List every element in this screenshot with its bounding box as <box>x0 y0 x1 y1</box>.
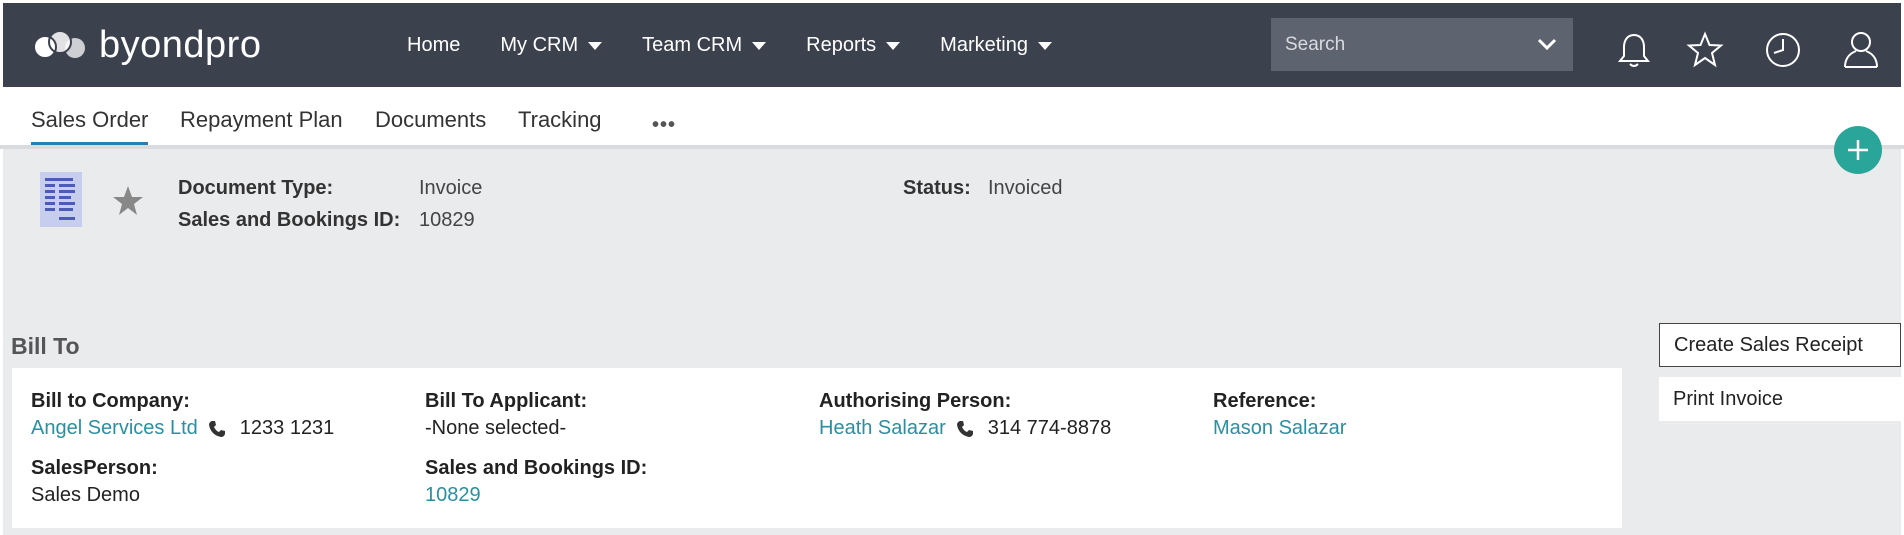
document-icon <box>40 172 82 227</box>
authorising-person-link[interactable]: Heath Salazar <box>819 417 946 440</box>
print-invoice-button[interactable]: Print Invoice <box>1659 377 1901 421</box>
bill-to-company-phone[interactable]: 1233 1231 <box>240 417 335 440</box>
tab-sales-order-label: Sales Order <box>31 107 149 132</box>
tab-repayment-plan[interactable]: Repayment Plan <box>180 107 343 133</box>
caret-down-icon <box>752 42 767 50</box>
create-sales-receipt-label: Create Sales Receipt <box>1674 333 1863 356</box>
phone-icon[interactable] <box>956 420 974 438</box>
authorising-person-row: Heath Salazar 314 774-8878 <box>819 417 1111 440</box>
tab-tracking[interactable]: Tracking <box>518 107 602 133</box>
nav-home-label: Home <box>407 33 461 56</box>
user-icon[interactable] <box>1839 27 1883 71</box>
reference-link[interactable]: Mason Salazar <box>1213 417 1346 440</box>
document-type-value: Invoice <box>419 177 483 199</box>
tab-tracking-label: Tracking <box>518 107 602 132</box>
bill-to-company-row: Angel Services Ltd 1233 1231 <box>31 417 334 440</box>
nav-reports-label: Reports <box>806 33 877 56</box>
nav-marketing[interactable]: Marketing <box>940 34 1052 57</box>
bill-to-applicant-label: Bill To Applicant: <box>425 390 588 412</box>
chevron-down-icon[interactable] <box>1535 32 1559 56</box>
bookings-id-label: Sales and Bookings ID: <box>425 457 648 479</box>
bill-to-panel: Bill to Company: Angel Services Ltd 1233… <box>12 368 1622 528</box>
status-label: Status: <box>903 177 971 199</box>
logo[interactable]: byondpro <box>33 25 261 65</box>
search-input[interactable] <box>1271 33 1511 56</box>
caret-down-icon <box>1037 42 1052 50</box>
nav-my-crm[interactable]: My CRM <box>500 33 603 57</box>
bill-to-company-label: Bill to Company: <box>31 390 190 412</box>
favorite-star-icon[interactable] <box>111 184 145 218</box>
nav-marketing-label: Marketing <box>940 33 1028 56</box>
caret-down-icon <box>588 42 603 50</box>
authorising-person-label: Authorising Person: <box>819 390 1012 412</box>
bookings-id-link[interactable]: 10829 <box>425 484 481 507</box>
star-icon[interactable] <box>1683 28 1727 72</box>
nav-team-crm-label: Team CRM <box>642 33 743 56</box>
salesperson-label: SalesPerson: <box>31 457 158 479</box>
main-nav: Home My CRM Team CRM Reports Marketing <box>407 3 1092 87</box>
record-tabs: Sales Order Repayment Plan Documents Tra… <box>0 87 1904 149</box>
plus-icon <box>1848 140 1868 160</box>
authorising-person-phone[interactable]: 314 774-8878 <box>988 417 1111 440</box>
status-value: Invoiced <box>988 177 1063 199</box>
phone-icon[interactable] <box>208 420 226 438</box>
logo-mark-icon <box>33 30 85 59</box>
tab-sales-order[interactable]: Sales Order <box>31 107 149 145</box>
logo-text: byondpro <box>99 24 262 66</box>
sales-bookings-id-value: 10829 <box>419 209 475 231</box>
salesperson-value: Sales Demo <box>31 484 140 506</box>
create-sales-receipt-button[interactable]: Create Sales Receipt <box>1659 323 1901 367</box>
document-type-label: Document Type: <box>178 177 334 199</box>
sales-bookings-id-label: Sales and Bookings ID: <box>178 209 401 231</box>
tab-repayment-plan-label: Repayment Plan <box>180 107 343 132</box>
bill-to-heading: Bill To <box>11 333 80 359</box>
record-content: Document Type: Invoice Sales and Booking… <box>3 149 1901 535</box>
nav-home[interactable]: Home <box>407 34 460 57</box>
search-box <box>1271 18 1573 71</box>
bill-to-applicant-value: -None selected- <box>425 417 567 439</box>
print-invoice-label: Print Invoice <box>1673 387 1784 410</box>
add-button[interactable] <box>1834 126 1882 174</box>
bill-to-company-link[interactable]: Angel Services Ltd <box>31 417 198 440</box>
bell-icon[interactable] <box>1612 28 1656 72</box>
nav-team-crm[interactable]: Team CRM <box>642 33 767 57</box>
tab-documents[interactable]: Documents <box>375 107 486 133</box>
more-tabs-icon[interactable]: ••• <box>652 114 676 137</box>
reference-label: Reference: <box>1213 390 1317 412</box>
clock-icon[interactable] <box>1761 28 1805 72</box>
top-navigation-bar: byondpro Home My CRM Team CRM Reports Ma… <box>3 3 1901 87</box>
tab-documents-label: Documents <box>375 107 487 132</box>
caret-down-icon <box>886 42 901 50</box>
nav-my-crm-label: My CRM <box>500 33 579 56</box>
nav-reports[interactable]: Reports <box>806 33 901 57</box>
